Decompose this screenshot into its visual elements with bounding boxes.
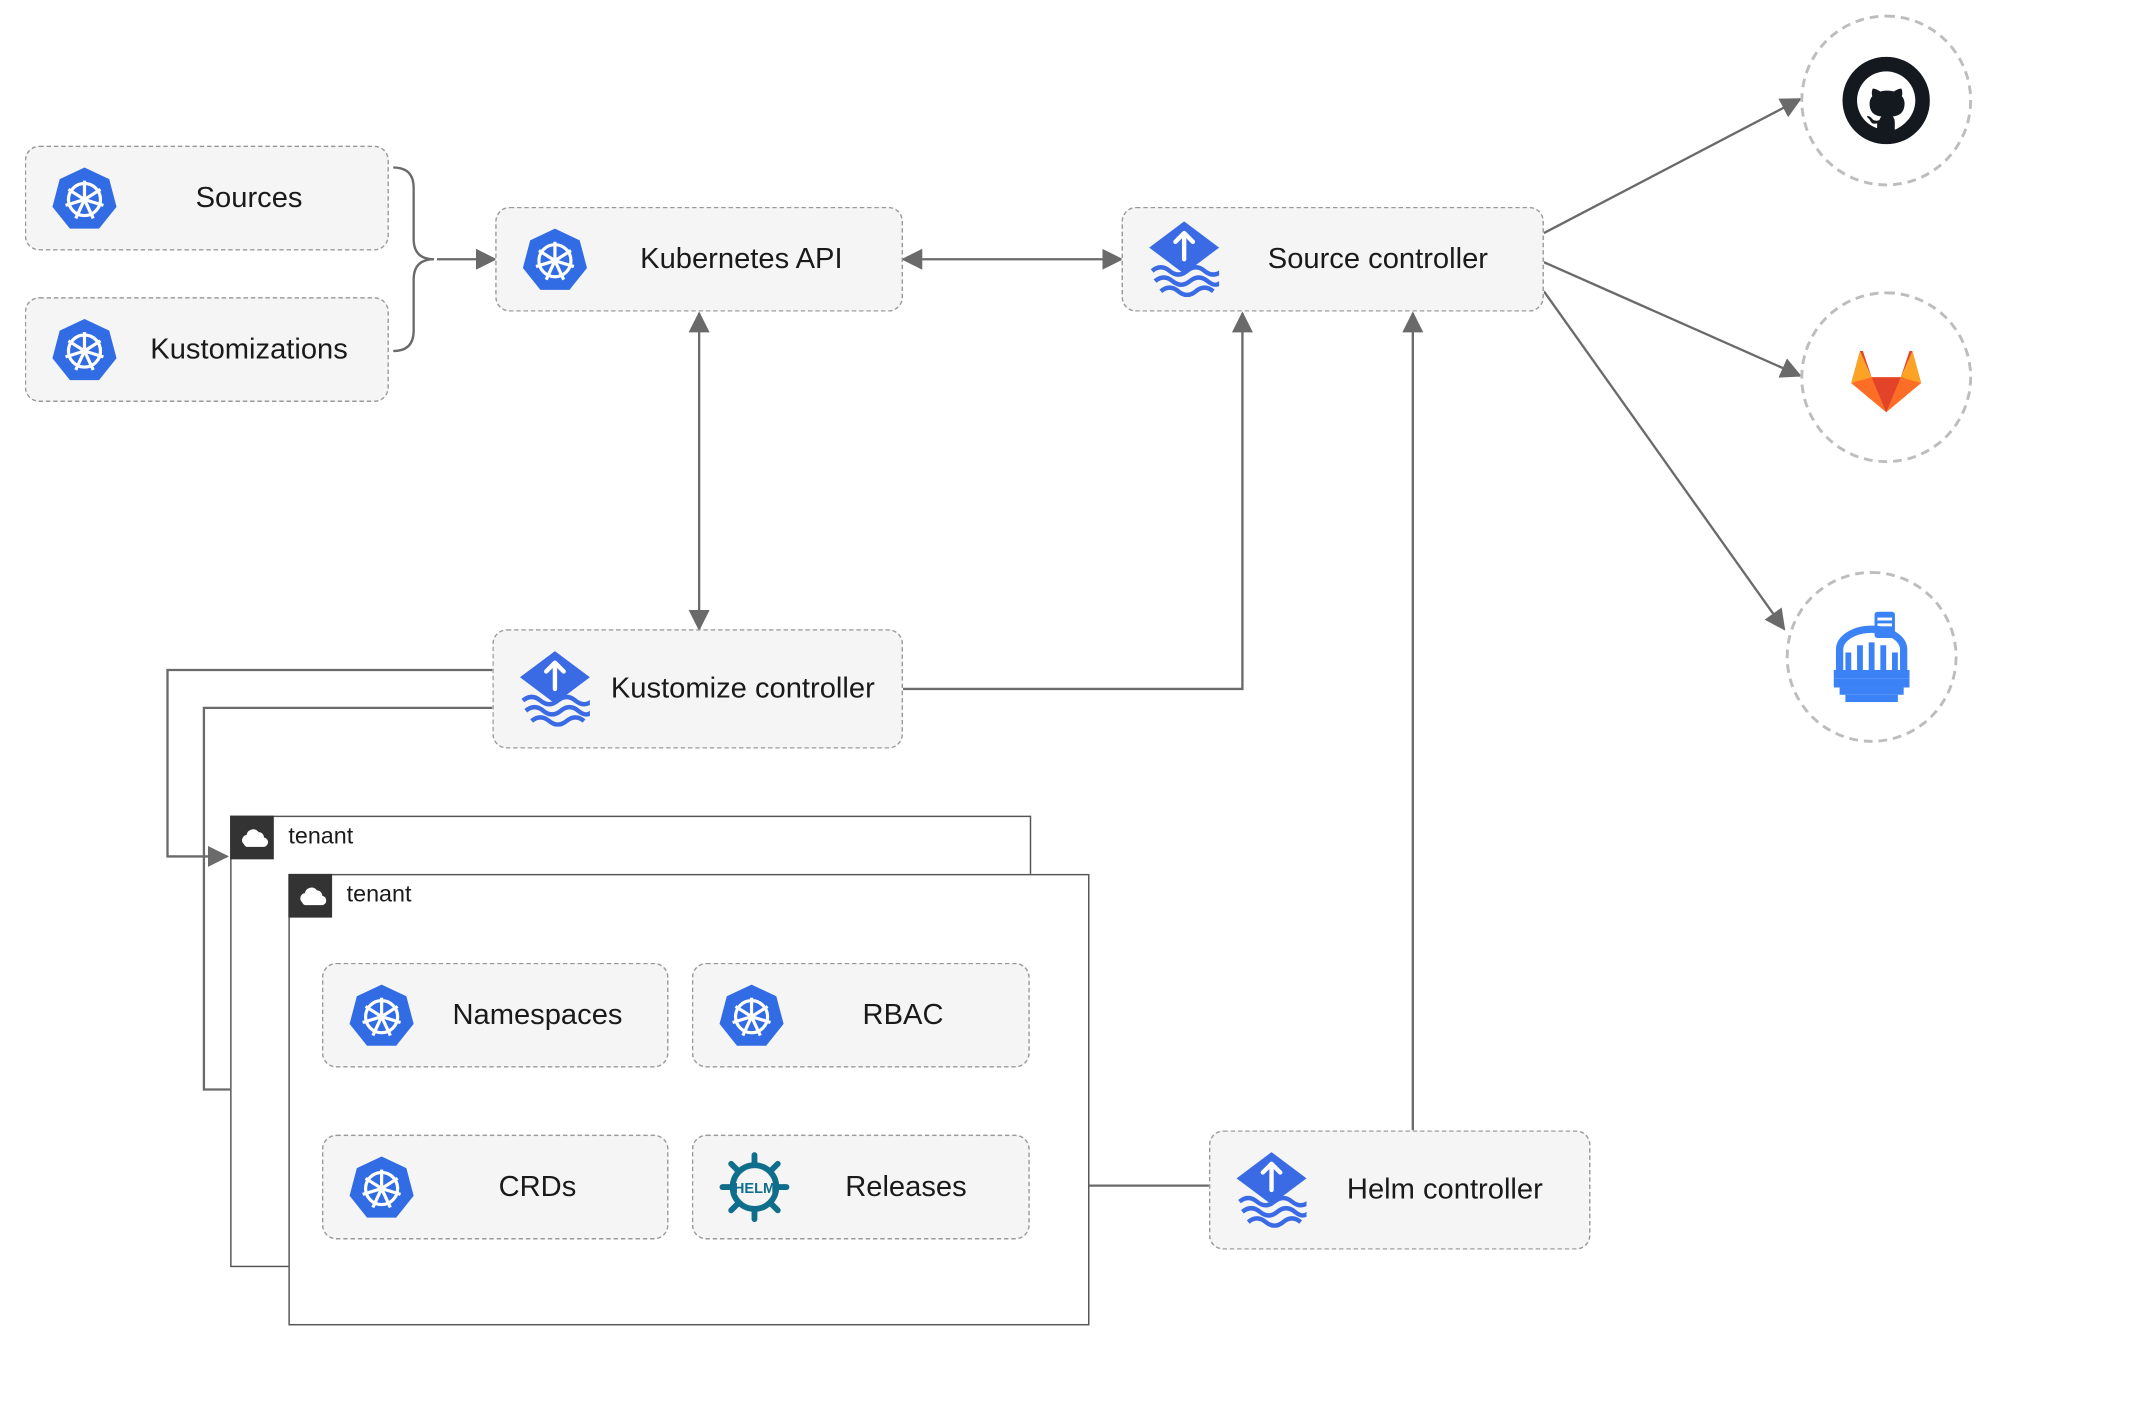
node-k8s-api-label: Kubernetes API xyxy=(607,241,875,277)
node-kustomizations: Kustomizations xyxy=(25,297,389,402)
node-kustomize-controller-label: Kustomize controller xyxy=(610,671,875,707)
node-source-controller-label: Source controller xyxy=(1240,241,1517,277)
kubernetes-icon xyxy=(350,1154,414,1221)
harbor-icon xyxy=(1819,606,1924,708)
node-rbac-label: RBAC xyxy=(804,997,1002,1033)
node-namespaces-label: Namespaces xyxy=(434,997,641,1033)
kubernetes-icon xyxy=(523,226,587,293)
node-helm-controller: Helm controller xyxy=(1209,1130,1591,1249)
edge-kustomize-source xyxy=(903,313,1242,689)
node-releases-label: Releases xyxy=(810,1169,1002,1205)
flux-icon xyxy=(1149,221,1219,297)
node-namespaces: Namespaces xyxy=(322,963,669,1068)
node-helm-controller-label: Helm controller xyxy=(1327,1172,1563,1208)
node-rbac: RBAC xyxy=(692,963,1030,1068)
kubernetes-icon xyxy=(52,165,116,232)
tenant-back-title: tenant xyxy=(274,824,368,850)
kubernetes-icon xyxy=(720,982,784,1049)
flux-icon xyxy=(1237,1152,1307,1228)
node-kustomizations-label: Kustomizations xyxy=(137,331,361,367)
edge-source-github xyxy=(1544,99,1800,233)
helm-icon xyxy=(720,1152,790,1222)
edge-source-gitlab xyxy=(1544,262,1800,376)
gitlab-icon xyxy=(1843,334,1930,421)
cloud-icon xyxy=(230,816,274,860)
node-source-controller: Source controller xyxy=(1122,207,1544,312)
node-crds: CRDs xyxy=(322,1135,669,1240)
tenant-box-front: tenant Namespaces RBAC CRDs Releases xyxy=(288,874,1089,1326)
ext-harbor xyxy=(1786,571,1958,743)
node-sources-label: Sources xyxy=(137,180,361,216)
node-k8s-api: Kubernetes API xyxy=(495,207,903,312)
brace xyxy=(393,168,434,352)
kubernetes-icon xyxy=(350,982,414,1049)
ext-github xyxy=(1800,15,1972,187)
node-releases: Releases xyxy=(692,1135,1030,1240)
edge-source-harbor xyxy=(1544,291,1784,629)
cloud-icon xyxy=(288,874,332,918)
node-sources: Sources xyxy=(25,146,389,251)
github-icon xyxy=(1843,57,1930,144)
flux-icon xyxy=(520,651,590,727)
tenant-front-title: tenant xyxy=(332,883,426,909)
node-crds-label: CRDs xyxy=(434,1169,641,1205)
ext-gitlab xyxy=(1800,291,1972,463)
diagram-canvas: Sources Kustomizations Kubernetes API So… xyxy=(0,0,2144,1407)
kubernetes-icon xyxy=(52,316,116,383)
node-kustomize-controller: Kustomize controller xyxy=(492,629,903,748)
